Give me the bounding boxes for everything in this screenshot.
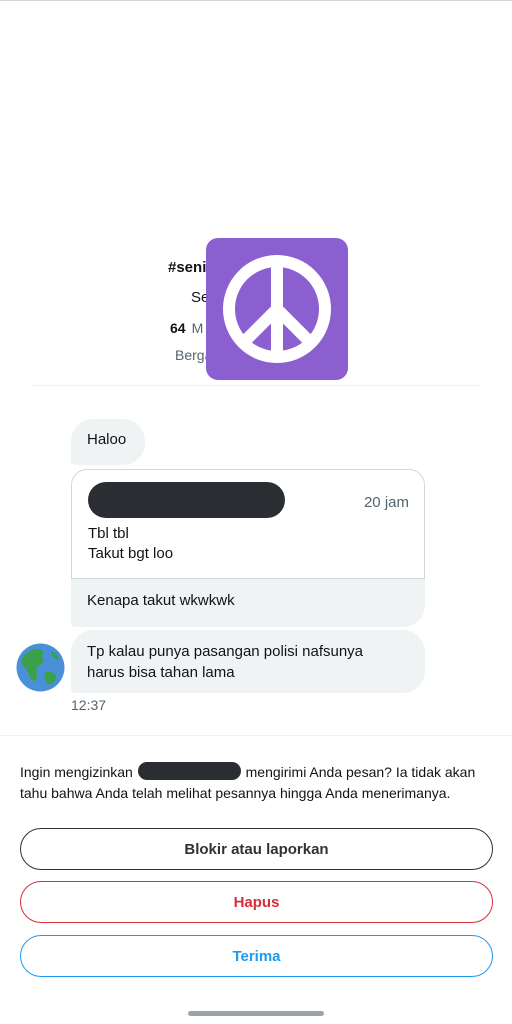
message-timestamp: 12:37 <box>71 697 107 713</box>
message-text-line: Tp kalau punya pasangan polisi nafsunya <box>87 643 364 660</box>
followers-count: 64 <box>170 320 186 336</box>
header-divider <box>30 385 482 386</box>
quoted-message-card[interactable]: 20 jam Tbl tbl Takut bgt loo <box>71 469 425 579</box>
message-bubble[interactable]: Haloo <box>71 419 145 465</box>
peace-sign-icon <box>206 238 348 380</box>
request-text-start: Ingin mengizinkan <box>20 764 137 780</box>
quote-text-line: Tbl tbl <box>88 525 129 542</box>
message-text-line: harus bisa tahan lama <box>87 664 235 681</box>
block-or-report-button[interactable]: Blokir atau laporkan <box>20 828 493 870</box>
quote-timestamp: 20 jam <box>363 494 409 511</box>
profile-name[interactable]: #seni <box>168 259 206 276</box>
redacted-username <box>137 762 241 780</box>
followers-label: M <box>191 320 204 336</box>
delete-button[interactable]: Hapus <box>20 881 493 923</box>
profile-stats: 64 M <box>170 320 203 336</box>
request-divider <box>0 735 512 736</box>
redacted-name <box>88 482 285 518</box>
home-indicator[interactable] <box>188 1011 324 1016</box>
top-divider <box>0 0 512 1</box>
globe-americas-icon[interactable] <box>15 642 66 693</box>
message-bubble[interactable]: Kenapa takut wkwkwk <box>71 579 425 627</box>
quote-text-line: Takut bgt loo <box>88 545 174 562</box>
message-bubble[interactable]: Tp kalau punya pasangan polisi nafsunya … <box>71 630 425 693</box>
accept-button[interactable]: Terima <box>20 935 493 977</box>
message-request-text: Ingin mengizinkan mengirimi Anda pesan? … <box>20 762 500 804</box>
